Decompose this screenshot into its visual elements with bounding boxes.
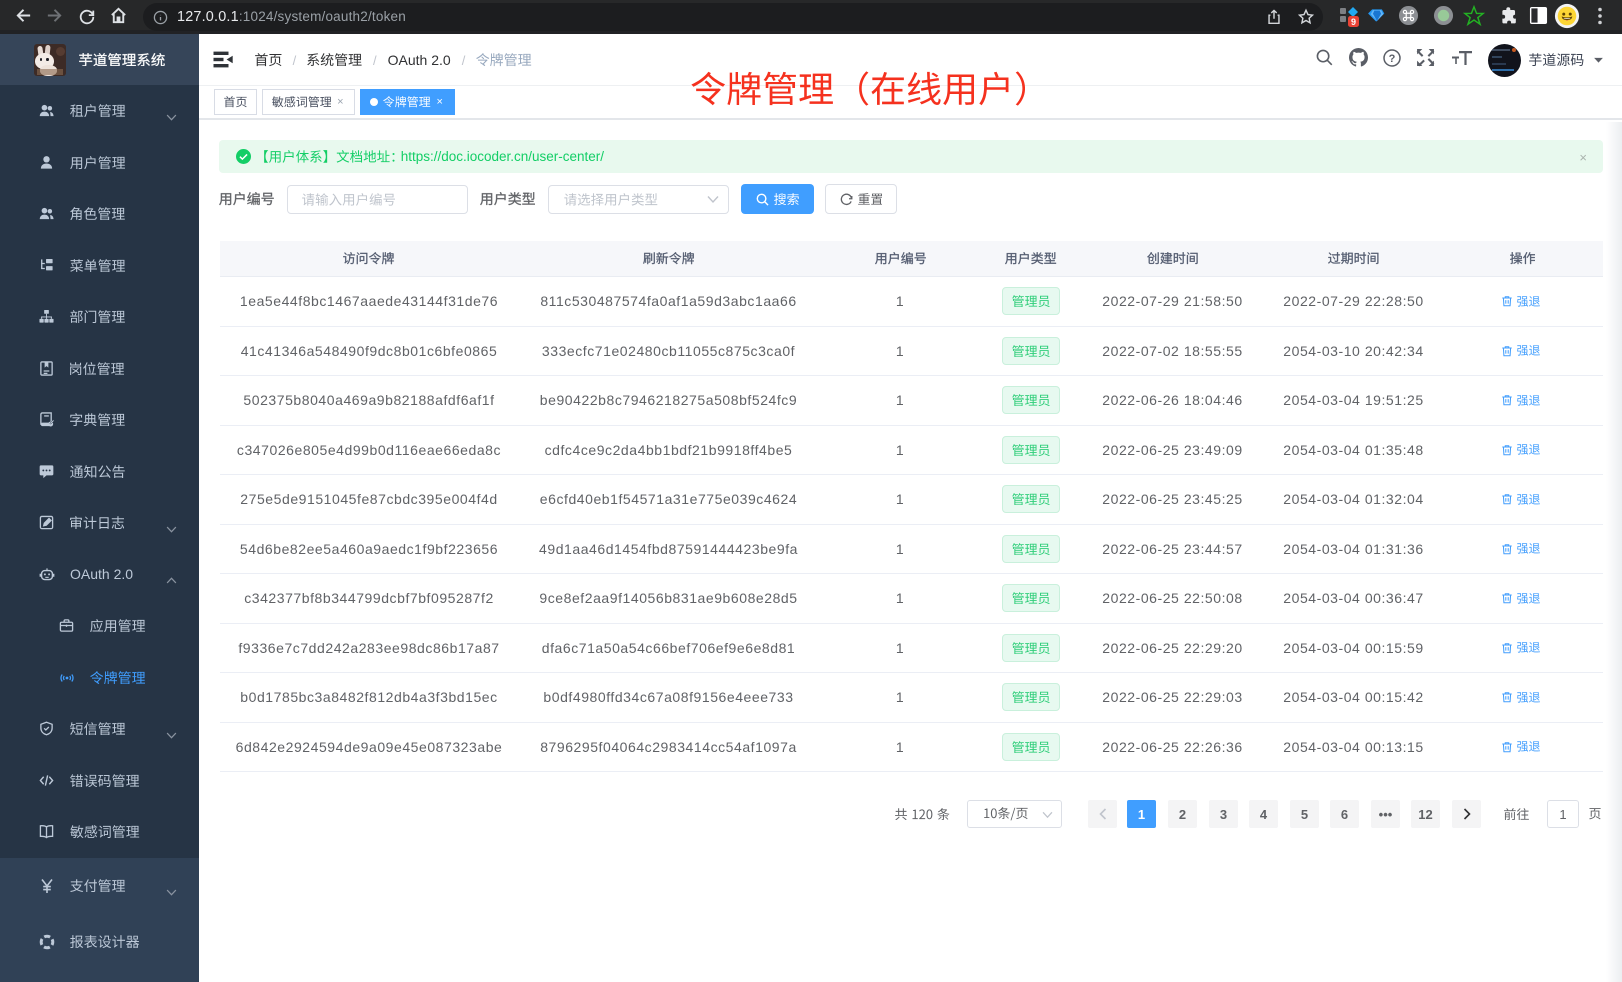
svg-text:9: 9 <box>1351 17 1356 27</box>
svg-text:?: ? <box>1389 53 1396 65</box>
